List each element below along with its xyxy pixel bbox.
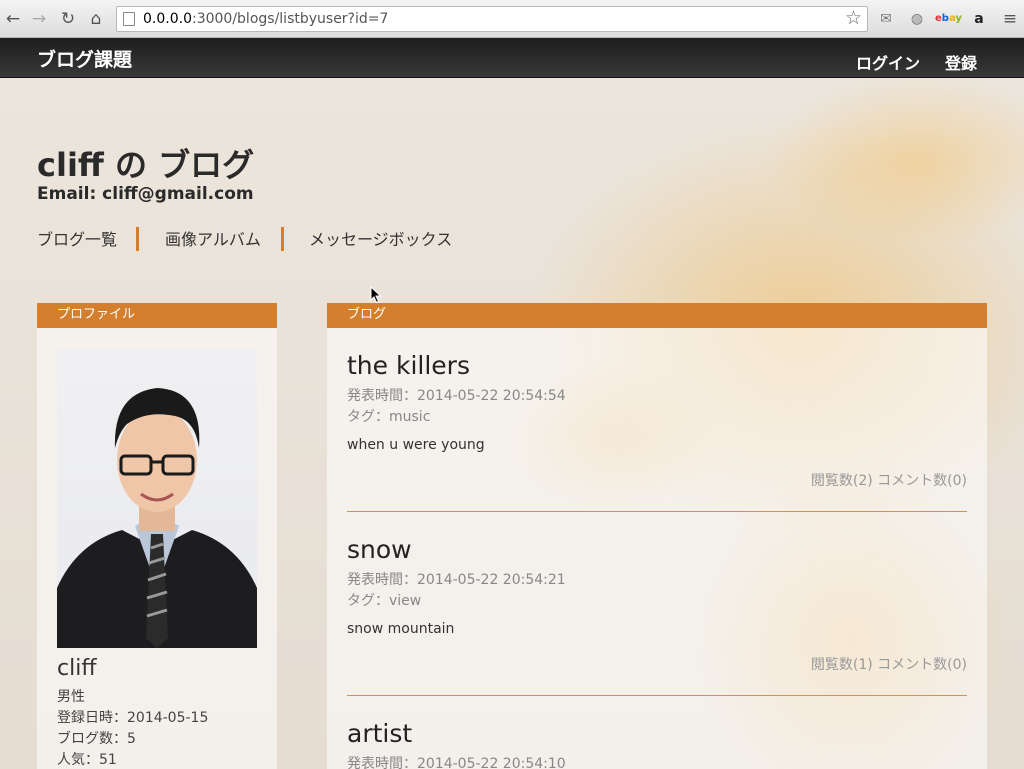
profile-panel-heading: プロファイル: [37, 303, 277, 328]
profile-registered: 登録日時：2014-05-15: [57, 710, 209, 726]
register-link[interactable]: 登録: [945, 50, 977, 74]
post-tag[interactable]: タグ：music: [347, 406, 430, 426]
post-date: 発表時間：2014-05-22 20:54:54: [347, 388, 566, 404]
home-icon[interactable]: ⌂: [86, 8, 106, 30]
blog-post: artist 発表時間：2014-05-22 20:54:10: [347, 719, 967, 769]
tab-divider: [136, 227, 139, 251]
login-link[interactable]: ログイン: [856, 50, 920, 74]
post-body: when u were young: [347, 437, 485, 453]
tab-image-album[interactable]: 画像アルバム: [165, 226, 261, 250]
tab-divider: [281, 227, 284, 251]
profile-popularity: 人気：51: [57, 752, 117, 768]
post-divider: [347, 695, 967, 696]
post-divider: [347, 511, 967, 512]
blog-title: cliff の ブログ: [37, 146, 255, 184]
mouse-cursor-icon: [370, 285, 382, 308]
menu-icon[interactable]: ≡: [999, 9, 1021, 29]
forward-icon[interactable]: →: [29, 8, 49, 30]
url-text[interactable]: 0.0.0.0:3000/blogs/listbyuser?id=7: [143, 11, 388, 27]
back-icon[interactable]: ←: [3, 8, 23, 30]
post-body: snow mountain: [347, 621, 455, 637]
avatar: [57, 348, 257, 648]
profile-gender: 男性: [57, 689, 85, 705]
profile-name: cliff: [57, 656, 97, 681]
ebay-extension-icon[interactable]: ebay: [935, 9, 962, 29]
post-date: 発表時間：2014-05-22 20:54:10: [347, 756, 566, 769]
globe-icon[interactable]: ◍: [906, 9, 928, 29]
blog-panel-heading: ブログ: [327, 303, 987, 328]
amazon-extension-icon[interactable]: a: [968, 9, 990, 29]
post-stats: 閲覧数(1) コメント数(0): [810, 657, 967, 673]
site-title[interactable]: ブログ課題: [37, 45, 132, 72]
reload-icon[interactable]: ↻: [58, 8, 78, 30]
post-tag[interactable]: タグ：view: [347, 590, 421, 610]
post-title[interactable]: artist: [347, 719, 412, 748]
blog-post: snow 発表時間：2014-05-22 20:54:21 タグ：view sn…: [347, 535, 967, 696]
tab-blog-list[interactable]: ブログ一覧: [37, 226, 117, 250]
tab-message-box[interactable]: メッセージボックス: [309, 226, 452, 250]
post-title[interactable]: snow: [347, 535, 412, 564]
blog-email: Email: cliff@gmail.com: [37, 184, 254, 204]
profile-blog-count: ブログ数：5: [57, 731, 136, 747]
post-title[interactable]: the killers: [347, 351, 470, 380]
mail-icon[interactable]: ✉: [875, 9, 897, 29]
post-date: 発表時間：2014-05-22 20:54:21: [347, 572, 566, 588]
address-bar[interactable]: 0.0.0.0:3000/blogs/listbyuser?id=7: [116, 6, 868, 32]
page-icon: [123, 12, 135, 26]
post-stats: 閲覧数(2) コメント数(0): [810, 473, 967, 489]
bookmark-star-icon[interactable]: ☆: [845, 7, 862, 29]
site-header: ブログ課題 ログイン 登録: [0, 38, 1024, 78]
browser-toolbar: ← → ↻ ⌂ 0.0.0.0:3000/blogs/listbyuser?id…: [0, 0, 1024, 38]
blog-post: the killers 発表時間：2014-05-22 20:54:54 タグ：…: [347, 351, 967, 512]
